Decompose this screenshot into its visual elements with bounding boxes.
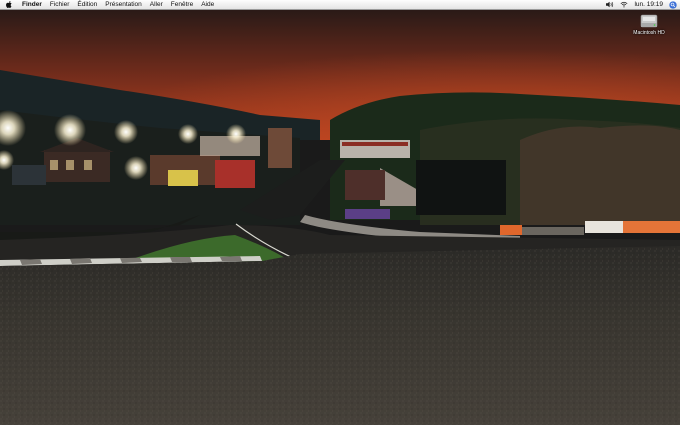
- search-icon[interactable]: [669, 0, 677, 9]
- wifi-icon[interactable]: [620, 1, 628, 8]
- menu-clock[interactable]: lun. 19:19: [631, 0, 666, 10]
- menu-presentation[interactable]: Présentation: [101, 0, 146, 10]
- menu-aller[interactable]: Aller: [146, 0, 167, 10]
- menu-fenetre[interactable]: Fenêtre: [167, 0, 197, 10]
- volume-icon[interactable]: [606, 1, 614, 8]
- desktop-wallpaper: [0, 10, 680, 425]
- menu-extras: lun. 19:19: [603, 0, 680, 10]
- apple-logo-icon[interactable]: [6, 1, 12, 8]
- hard-drive-icon: [640, 14, 658, 28]
- menu-fichier[interactable]: Fichier: [46, 0, 74, 10]
- desktop-icon-macintosh-hd[interactable]: Macintosh HD: [628, 13, 670, 36]
- menu-aide[interactable]: Aide: [197, 0, 218, 10]
- menu-bar: Finder Fichier Édition Présentation Alle…: [0, 0, 680, 10]
- menu-finder[interactable]: Finder: [18, 0, 46, 10]
- desktop-icon-label: Macintosh HD: [633, 30, 665, 36]
- menu-edition[interactable]: Édition: [73, 0, 101, 10]
